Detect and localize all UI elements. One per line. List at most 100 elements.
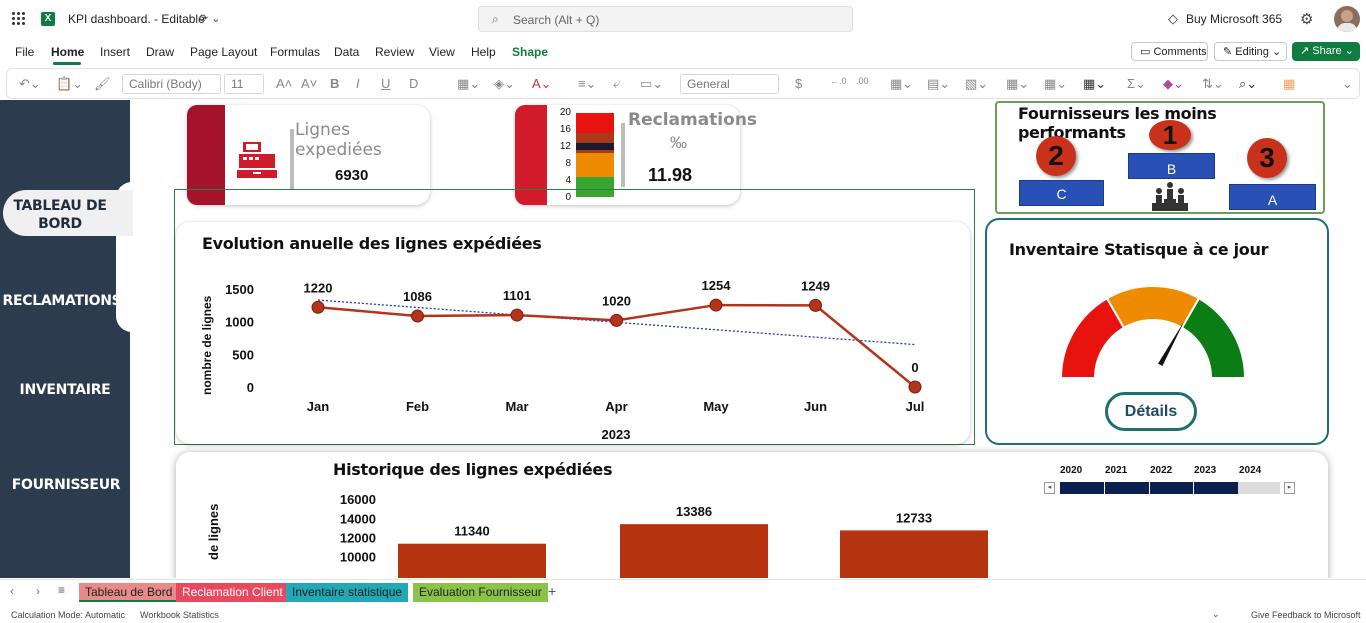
feedback-link[interactable]: Give Feedback to Microsoft bbox=[1251, 610, 1361, 620]
addins-icon[interactable]: ▦ bbox=[1283, 76, 1295, 92]
ribbon-expand-icon[interactable]: ⌄ bbox=[1342, 76, 1353, 92]
sync-status-icon[interactable]: ⟳ ⌄ bbox=[199, 12, 221, 25]
share-button[interactable]: ↗ Share ⌄ bbox=[1292, 42, 1360, 61]
workbook-stats[interactable]: Workbook Statistics bbox=[140, 610, 219, 620]
data-label: 1220 bbox=[304, 280, 333, 295]
status-chevron-icon[interactable]: ⌄ bbox=[1212, 609, 1220, 620]
bar-data-label: 12733 bbox=[896, 510, 932, 525]
comments-button[interactable]: ▭ Comments bbox=[1131, 42, 1208, 61]
format-table-icon[interactable]: ▤⌄ bbox=[927, 76, 950, 92]
merge-icon[interactable]: ▭⌄ bbox=[640, 76, 663, 92]
timeline-slicer[interactable]: 2020 2021 2022 2023 2024 ◂ ▸ bbox=[1042, 462, 1302, 498]
borders-icon[interactable]: ▦⌄ bbox=[457, 76, 480, 92]
scale-tick: 16 bbox=[559, 124, 571, 135]
calc-mode[interactable]: Calculation Mode: Automatic bbox=[11, 610, 125, 620]
sidebar-item-reclamations[interactable]: RECLAMATIONS bbox=[0, 293, 127, 309]
tab-scroll-right-icon[interactable]: › bbox=[36, 584, 40, 598]
font-size-dropdown[interactable]: 11 bbox=[224, 74, 264, 94]
kpi-divider bbox=[290, 129, 294, 189]
align-icon[interactable]: ≡⌄ bbox=[578, 76, 596, 92]
data-label: 1254 bbox=[702, 278, 732, 293]
menu-insert[interactable]: Insert bbox=[100, 45, 130, 59]
bold-button[interactable]: B bbox=[330, 76, 339, 91]
dashboard-sidebar: TABLEAU DE BORD RECLAMATIONS INVENTAIRE … bbox=[0, 100, 146, 578]
gauge-needle bbox=[1158, 320, 1185, 367]
tab-evaluation-fournisseur[interactable]: Evaluation Fournisseur bbox=[413, 583, 548, 602]
user-avatar[interactable] bbox=[1334, 6, 1360, 32]
editing-mode-button[interactable]: ✎ Editing ⌄ bbox=[1214, 42, 1287, 61]
kpi-lignes-title: Lignes expediées bbox=[295, 120, 382, 160]
menu-view[interactable]: View bbox=[429, 45, 455, 59]
menu-formulas[interactable]: Formulas bbox=[270, 45, 320, 59]
all-sheets-icon[interactable]: ≡ bbox=[58, 583, 65, 597]
share-label: Share bbox=[1312, 45, 1342, 57]
cash-register-icon bbox=[237, 140, 277, 180]
data-label: 0 bbox=[911, 360, 918, 375]
historique-chart-card[interactable]: Historique des lignes expédiées de ligne… bbox=[176, 452, 1328, 578]
settings-gear-icon[interactable]: ⚙ bbox=[1300, 10, 1313, 28]
add-sheet-icon[interactable]: + bbox=[548, 583, 556, 599]
menu-help[interactable]: Help bbox=[471, 45, 496, 59]
bar bbox=[840, 530, 988, 578]
menu-file[interactable]: File bbox=[15, 45, 34, 59]
sidebar-item-inventaire[interactable]: INVENTAIRE bbox=[0, 382, 130, 398]
format-painter-icon[interactable]: 🖌 bbox=[94, 76, 111, 92]
sidebar-item-fournisseur[interactable]: FOURNISSEUR bbox=[1, 477, 131, 493]
wrap-text-icon[interactable]: ⤶ bbox=[613, 76, 620, 92]
rank-badge-2: 2 bbox=[1036, 136, 1076, 176]
timeline-right-arrow[interactable]: ▸ bbox=[1284, 482, 1295, 494]
tab-reclamation-client[interactable]: Reclamation Client bbox=[176, 583, 289, 602]
sort-filter-icon[interactable]: ⇅⌄ bbox=[1202, 76, 1224, 92]
autosum-icon[interactable]: Σ⌄ bbox=[1127, 76, 1146, 92]
font-shrink-icon[interactable]: A˅ bbox=[301, 76, 317, 91]
tab-scroll-left-icon[interactable]: ‹ bbox=[10, 584, 14, 598]
timeline-left-arrow[interactable]: ◂ bbox=[1044, 482, 1055, 494]
timeline-year[interactable]: 2020 bbox=[1060, 465, 1082, 476]
menu-home[interactable]: Home bbox=[51, 45, 84, 59]
underline-button[interactable]: U bbox=[381, 76, 390, 91]
buy-microsoft-link[interactable]: Buy Microsoft 365 bbox=[1186, 12, 1282, 26]
find-icon[interactable]: ⌕⌄ bbox=[1239, 76, 1257, 92]
delete-cells-icon[interactable]: ▦⌄ bbox=[1044, 76, 1067, 92]
number-format-dropdown[interactable]: General bbox=[680, 74, 779, 94]
document-title[interactable]: KPI dashboard. - Editable bbox=[68, 12, 205, 26]
podium-icon bbox=[1150, 181, 1190, 213]
menu-review[interactable]: Review bbox=[375, 45, 414, 59]
insert-cells-icon[interactable]: ▦⌄ bbox=[1006, 76, 1029, 92]
search-box[interactable]: ⌕ Search (Alt + Q) bbox=[478, 6, 853, 32]
details-button[interactable]: Détails bbox=[1105, 392, 1197, 431]
tab-tableau-de-bord[interactable]: Tableau de Bord bbox=[79, 583, 179, 602]
menu-data[interactable]: Data bbox=[334, 45, 359, 59]
menu-page-layout[interactable]: Page Layout bbox=[190, 45, 257, 59]
menu-shape[interactable]: Shape bbox=[512, 45, 548, 59]
conditional-format-icon[interactable]: ▦⌄ bbox=[890, 76, 913, 92]
format-cells-icon[interactable]: ▦⌄ bbox=[1083, 76, 1106, 92]
italic-button[interactable]: I bbox=[356, 76, 360, 91]
timeline-year[interactable]: 2024 bbox=[1239, 465, 1261, 476]
undo-icon[interactable]: ↶⌄ bbox=[19, 76, 41, 92]
paste-icon[interactable]: 📋⌄ bbox=[56, 76, 83, 92]
cell-styles-icon[interactable]: ▧⌄ bbox=[965, 76, 988, 92]
scale-tick: 4 bbox=[565, 175, 571, 186]
font-grow-icon[interactable]: A˄ bbox=[276, 76, 292, 91]
timeline-year[interactable]: 2021 bbox=[1105, 465, 1127, 476]
kpi-reclam-unit: ‰ bbox=[670, 133, 687, 152]
data-point bbox=[610, 313, 623, 327]
chevron-down-icon: ⌄ bbox=[1271, 46, 1282, 58]
currency-button[interactable]: $ bbox=[795, 76, 802, 91]
strikethrough-icon[interactable]: D bbox=[409, 76, 418, 91]
clear-icon[interactable]: ◆⌄ bbox=[1163, 76, 1184, 92]
menu-draw[interactable]: Draw bbox=[146, 45, 174, 59]
decimal-decrease-icon[interactable]: .00 bbox=[856, 76, 869, 86]
font-color-icon[interactable]: A⌄ bbox=[532, 76, 552, 92]
app-launcher-icon[interactable] bbox=[12, 12, 26, 26]
decimal-increase-icon[interactable]: ←.0 bbox=[830, 76, 847, 86]
sidebar-item-active-label: TABLEAU DE BORD bbox=[13, 198, 107, 232]
timeline-year[interactable]: 2022 bbox=[1150, 465, 1172, 476]
evolution-chart-card[interactable]: Evolution anuelle des lignes expédiées 1… bbox=[176, 222, 970, 444]
fill-color-icon[interactable]: ◈⌄ bbox=[494, 76, 515, 92]
timeline-year[interactable]: 2023 bbox=[1194, 465, 1216, 476]
tab-inventaire-statistique[interactable]: Inventaire statistique bbox=[286, 583, 409, 602]
font-family-dropdown[interactable]: Calibri (Body) bbox=[122, 74, 221, 94]
timeline-bar[interactable] bbox=[1060, 482, 1280, 494]
